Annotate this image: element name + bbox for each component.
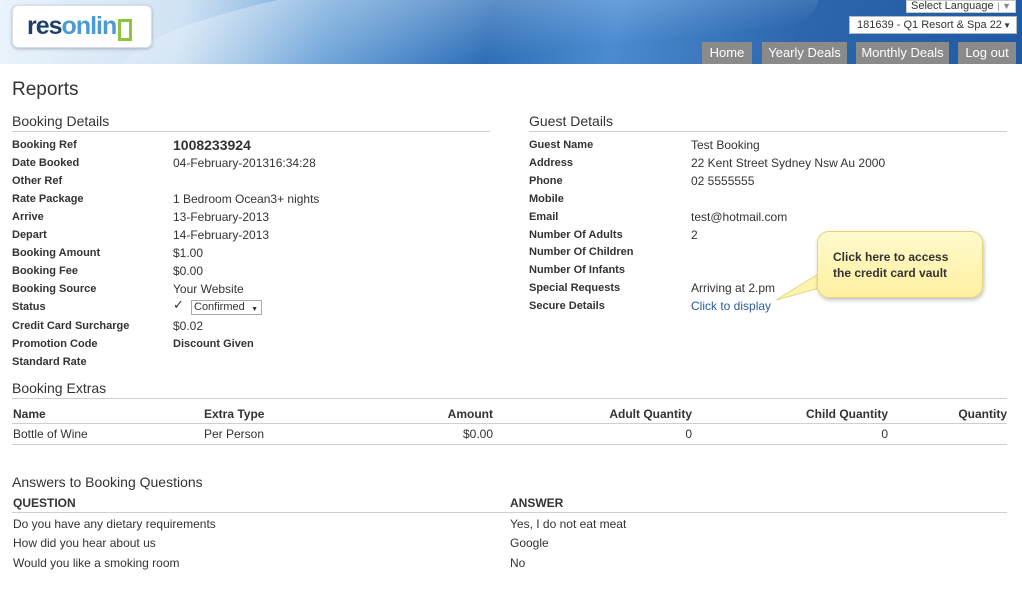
property-select[interactable]: 181639 - Q1 Resort & Spa 22 ▼ [849,16,1017,34]
extras-header-adult-quantity: Adult Quantity [609,407,692,421]
divider [12,512,1007,513]
booking-fee-value: $0.00 [173,264,204,278]
callout-line-1: Click here to access [833,250,949,264]
guest-name-label: Guest Name [529,139,594,151]
extras-header-child-quantity: Child Quantity [806,407,888,421]
divider [529,131,1007,132]
cc-surcharge-value: $0.02 [173,319,204,333]
answer-text: Yes, I do not eat meat [510,517,627,531]
booking-source-value: Your Website [173,282,244,296]
answer-text: No [510,556,526,570]
booking-details-title: Booking Details [12,113,110,129]
booking-amount-value: $1.00 [173,246,204,260]
question-text: How did you hear about us [13,536,156,550]
email-value: test@hotmail.com [691,210,788,224]
depart-label: Depart [12,229,47,241]
page-title: Reports [12,79,79,100]
divider [12,398,1007,399]
question-text: Would you like a smoking room [13,556,180,570]
extras-header-quantity: Quantity [958,407,1007,421]
adults-value: 2 [691,228,698,242]
date-booked-label: Date Booked [12,157,80,169]
answer-text: Google [510,536,549,550]
email-label: Email [529,211,559,223]
children-label: Number Of Children [529,246,634,258]
booking-extras-title: Booking Extras [12,380,107,396]
status-select-value: Confirmed [194,301,245,313]
adults-label: Number Of Adults [529,229,623,241]
nav-yearly-deals[interactable]: Yearly Deals [762,42,847,64]
chevron-down-icon: ▼ [1003,21,1011,30]
divider [12,131,490,132]
divider [12,444,1007,445]
callout-tooltip: Click here to access the credit card vau… [817,231,983,298]
language-select-label: Select Language [911,0,994,12]
arrive-label: Arrive [12,211,44,223]
questions-header-answer: ANSWER [510,496,564,510]
other-ref-label: Other Ref [12,175,63,187]
standard-rate-label: Standard Rate [12,356,87,368]
date-booked-value: 04-February-201316:34:28 [173,156,316,170]
secure-details-label: Secure Details [529,300,605,312]
extras-cell-amount: $0.00 [462,427,493,441]
promotion-code-value: Discount Given [173,338,254,350]
extras-header-extra-type: Extra Type [204,407,265,421]
language-select[interactable]: Select Language | ▼ [906,0,1016,13]
secure-details-link[interactable]: Click to display [691,299,771,313]
callout-line-2: the credit card vault [833,266,948,280]
address-value: 22 Kent Street Sydney Nsw Au 2000 [691,156,886,170]
status-select[interactable]: Confirmed ▼ [191,300,262,315]
property-select-value: 181639 - Q1 Resort & Spa 22 [857,19,1002,31]
extras-header-amount: Amount [447,407,493,421]
chevron-down-icon: | ▼ [997,1,1011,11]
arrive-value: 13-February-2013 [173,210,270,224]
logo-box-icon [118,18,133,41]
booking-ref-value: 1008233924 [173,137,251,153]
guest-details-title: Guest Details [529,113,614,129]
resonline-logo[interactable]: resonlin [12,5,152,48]
chevron-down-icon: ▼ [251,306,258,313]
booking-ref-label: Booking Ref [12,139,77,151]
special-requests-value: Arriving at 2.pm [691,281,776,295]
special-requests-label: Special Requests [529,282,621,294]
depart-value: 14-February-2013 [173,228,270,242]
extras-header-name: Name [13,407,46,421]
nav-home[interactable]: Home [702,42,752,64]
checkmark-icon: ✓ [173,297,184,312]
extras-cell-name: Bottle of Wine [13,427,88,441]
cc-surcharge-label: Credit Card Surcharge [12,320,130,332]
booking-questions-title: Answers to Booking Questions [12,474,203,490]
booking-source-label: Booking Source [12,283,97,295]
divider [12,423,1007,424]
phone-value: 02 5555555 [691,174,755,188]
question-text: Do you have any dietary requirements [13,517,216,531]
infants-label: Number Of Infants [529,264,625,276]
mobile-label: Mobile [529,193,564,205]
rate-package-label: Rate Package [12,193,84,205]
booking-amount-label: Booking Amount [12,247,101,259]
rate-package-value: 1 Bedroom Ocean3+ nights [173,192,320,206]
extras-cell-child-quantity: 0 [881,427,888,441]
logo-text: resonlin [27,12,117,40]
nav-monthly-deals[interactable]: Monthly Deals [856,42,949,64]
phone-label: Phone [529,175,563,187]
promotion-code-label: Promotion Code [12,338,98,350]
guest-name-value: Test Booking [691,138,760,152]
extras-cell-adult-quantity: 0 [685,427,692,441]
questions-header-question: QUESTION [13,496,76,510]
booking-fee-label: Booking Fee [12,265,79,277]
address-label: Address [529,157,574,169]
extras-cell-extra-type: Per Person [204,427,265,441]
nav-log-out[interactable]: Log out [958,42,1016,64]
status-label: Status [12,301,46,313]
